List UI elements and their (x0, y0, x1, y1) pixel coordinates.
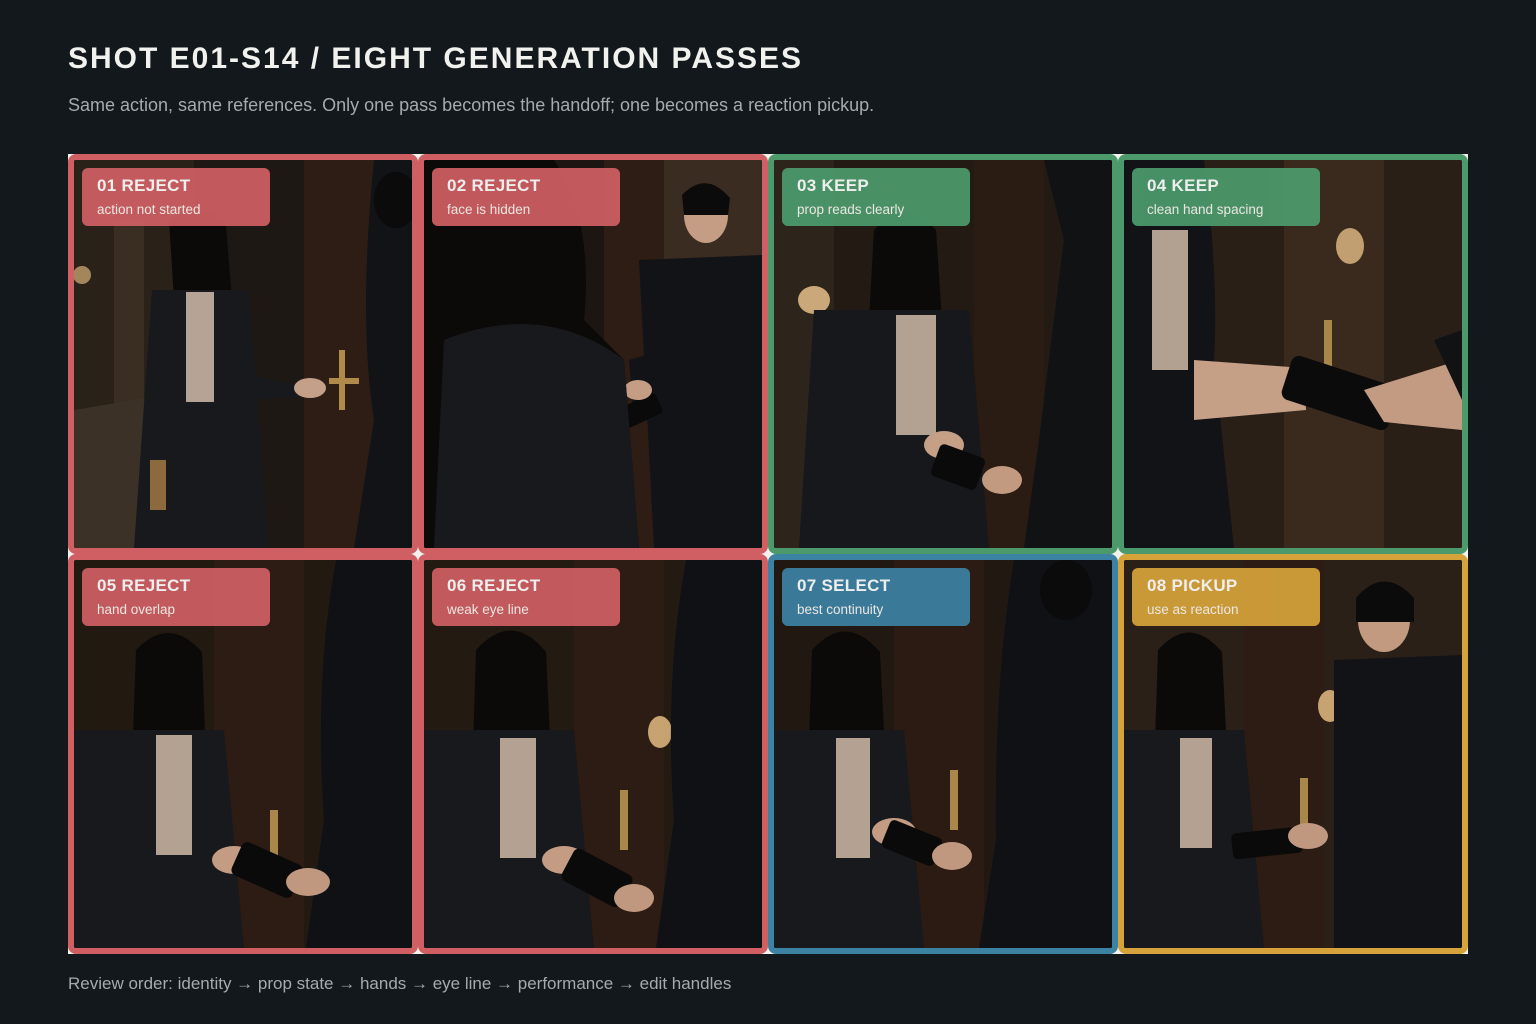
pass-badge-03: 03 KEEP prop reads clearly (782, 168, 970, 226)
pass-tile-07[interactable]: 07 SELECT best continuity (768, 554, 1118, 954)
pass-note: face is hidden (447, 202, 531, 217)
page-subtitle: Same action, same references. Only one p… (68, 95, 875, 115)
pass-label: 02 REJECT (447, 176, 541, 195)
pass-label: 05 REJECT (97, 576, 191, 595)
pass-note: use as reaction (1147, 602, 1239, 617)
pass-badge-02: 02 REJECT face is hidden (432, 168, 620, 226)
pass-tile-08[interactable]: 08 PICKUP use as reaction (1118, 554, 1468, 954)
pass-badge-06: 06 REJECT weak eye line (432, 568, 620, 626)
pass-tile-02[interactable]: 02 REJECT face is hidden (418, 154, 768, 554)
review-board: SHOT E01-S14 / EIGHT GENERATION PASSES S… (0, 0, 1536, 1024)
page-title: SHOT E01-S14 / EIGHT GENERATION PASSES (68, 42, 804, 75)
pass-label: 07 SELECT (797, 576, 891, 595)
review-order-note: Review order: identity → prop state → ha… (68, 974, 732, 993)
pass-label: 01 REJECT (97, 176, 191, 195)
pass-label: 04 KEEP (1147, 176, 1220, 195)
pass-note: best continuity (797, 602, 884, 617)
pass-label: 03 KEEP (797, 176, 870, 195)
pass-note: hand overlap (97, 602, 176, 617)
pass-label: 08 PICKUP (1147, 576, 1238, 595)
pass-label: 06 REJECT (447, 576, 541, 595)
pass-tile-05[interactable]: 05 REJECT hand overlap (68, 554, 418, 954)
pass-note: action not started (97, 202, 201, 217)
pass-tile-04[interactable]: 04 KEEP clean hand spacing (1118, 154, 1468, 554)
pass-badge-04: 04 KEEP clean hand spacing (1132, 168, 1320, 226)
pass-badge-08: 08 PICKUP use as reaction (1132, 568, 1320, 626)
pass-tile-01[interactable]: 01 REJECT action not started (68, 154, 418, 554)
pass-tile-03[interactable]: 03 KEEP prop reads clearly (768, 154, 1118, 554)
pass-note: weak eye line (447, 602, 529, 617)
pass-note: prop reads clearly (797, 202, 905, 217)
pass-tile-06[interactable]: 06 REJECT weak eye line (418, 554, 768, 954)
pass-grid: 01 REJECT action not started 02 REJECT f… (68, 154, 1468, 954)
pass-note: clean hand spacing (1147, 202, 1264, 217)
pass-badge-01: 01 REJECT action not started (82, 168, 270, 226)
pass-badge-05: 05 REJECT hand overlap (82, 568, 270, 626)
pass-badge-07: 07 SELECT best continuity (782, 568, 970, 626)
